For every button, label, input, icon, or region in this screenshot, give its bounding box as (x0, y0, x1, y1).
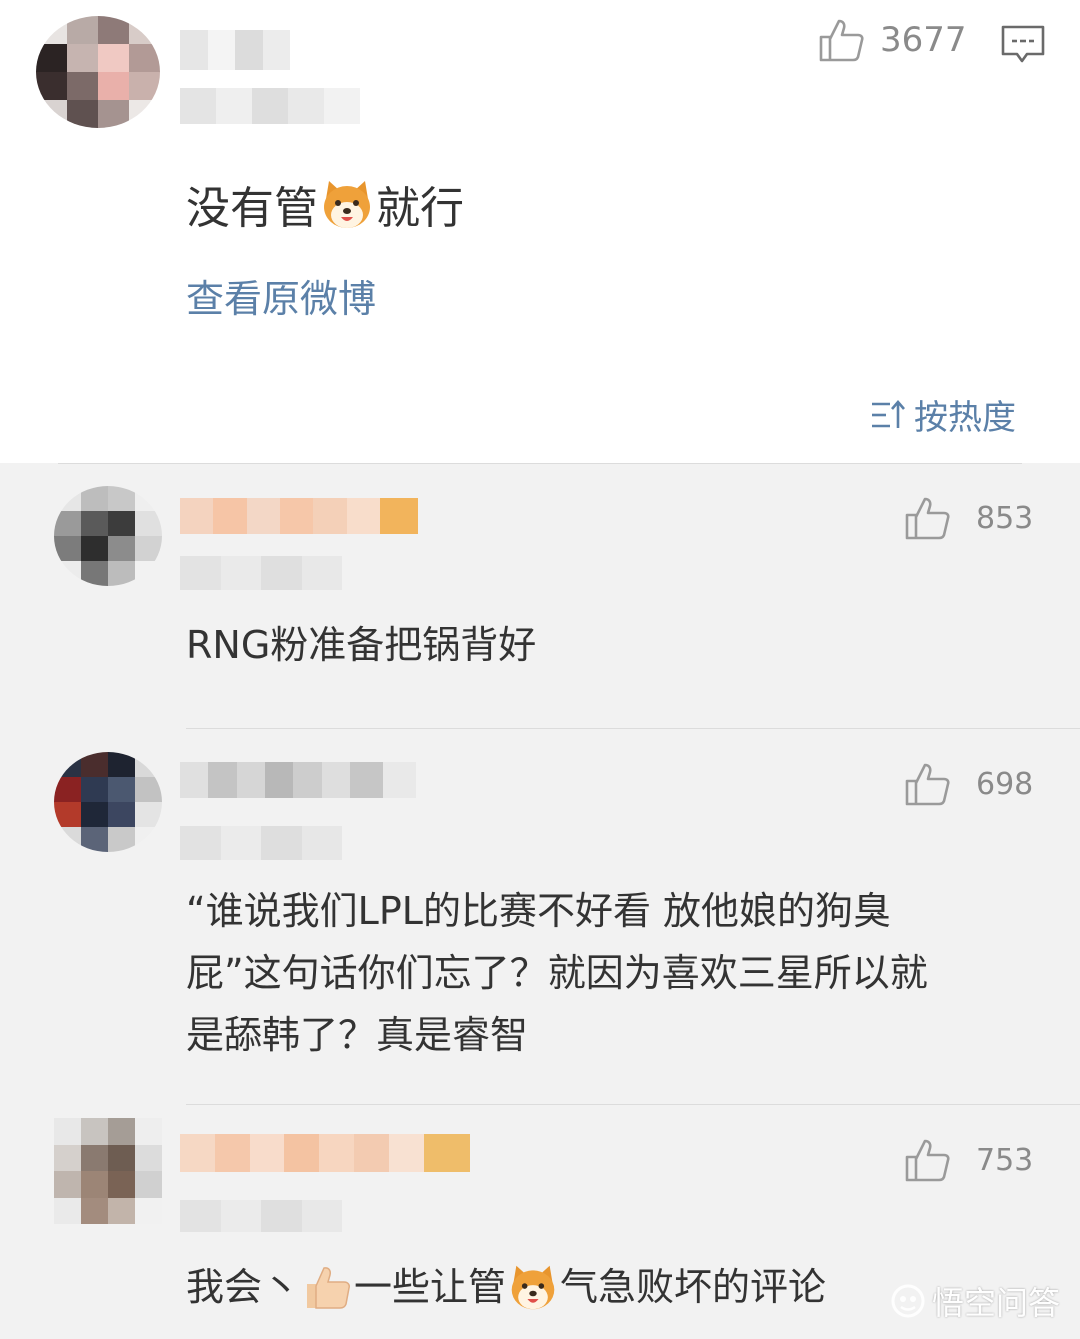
comment-text-line: 屁”这句话你们忘了？就因为喜欢三星所以就 (186, 951, 928, 995)
post-text-part2: 就行 (376, 183, 464, 234)
divider (186, 728, 1080, 729)
thumbs-up-icon (819, 19, 864, 62)
like-count: 698 (976, 766, 1034, 802)
post-text: 没有管 就行 (186, 172, 464, 236)
comment-icon[interactable] (1000, 24, 1046, 66)
watermark: 悟空问答 (890, 1278, 1060, 1324)
thumbs-up-emoji-icon (307, 1267, 351, 1309)
comment-text: 我会丶 一些让管 气急败坏的评论 (186, 1256, 826, 1318)
thumbs-up-icon (905, 1139, 950, 1182)
divider (58, 463, 1022, 464)
main-post: 3677 没有管 就行 查看原微博 按热度 (0, 0, 1080, 463)
username-blurred[interactable] (180, 762, 416, 798)
comment-text: “谁说我们LPL的比赛不好看 放他娘的狗臭 屁”这句话你们忘了？就因为喜欢三星所… (186, 880, 928, 1066)
weibo-comments-screen: 3677 没有管 就行 查看原微博 按热度 853 RNG粉准备把锅背好 698… (0, 0, 1080, 1339)
like-button[interactable]: 698 (904, 762, 1033, 806)
like-button[interactable]: 853 (904, 496, 1033, 540)
like-count: 753 (976, 1142, 1034, 1178)
comment-text-line: 是舔韩了？真是睿智 (186, 1013, 529, 1057)
sort-toggle[interactable]: 按热度 (870, 390, 1016, 439)
sort-icon (872, 399, 905, 428)
avatar[interactable] (36, 16, 160, 128)
comment-text-line: “谁说我们LPL的比赛不好看 放他娘的狗臭 (186, 889, 892, 933)
wukong-logo-icon (891, 1284, 925, 1318)
like-button[interactable]: 753 (904, 1138, 1033, 1182)
shiba-dog-emoji-icon (511, 1265, 555, 1310)
sort-label: 按热度 (914, 398, 1016, 438)
shiba-dog-emoji-icon (324, 181, 370, 228)
post-text-part1: 没有管 (186, 183, 318, 234)
comment-text-part: 气急败坏的评论 (560, 1265, 827, 1309)
divider (186, 1104, 1080, 1105)
comment-text-line: RNG粉准备把锅背好 (186, 623, 537, 667)
like-count: 3677 (880, 20, 967, 60)
avatar[interactable] (54, 752, 162, 852)
comment-time-blurred (180, 1200, 342, 1232)
like-count: 853 (976, 500, 1034, 536)
username-blurred[interactable] (180, 1134, 470, 1172)
comment-text-part: 一些让管 (354, 1265, 507, 1309)
comment-time-blurred (180, 556, 342, 590)
thumbs-up-icon (905, 763, 950, 806)
comment-time-blurred (180, 826, 342, 860)
comment-text: RNG粉准备把锅背好 (186, 614, 536, 676)
like-button[interactable]: 3677 (818, 18, 967, 62)
view-original-link[interactable]: 查看原微博 (186, 268, 376, 323)
avatar[interactable] (54, 486, 162, 586)
avatar[interactable] (54, 1118, 162, 1224)
username-blurred[interactable] (180, 498, 418, 534)
thumbs-up-icon (905, 497, 950, 540)
username-blurred[interactable] (180, 30, 290, 70)
watermark-text: 悟空问答 (931, 1284, 1060, 1322)
comment-text-part: 我会丶 (186, 1265, 301, 1309)
post-time-blurred (180, 88, 360, 124)
